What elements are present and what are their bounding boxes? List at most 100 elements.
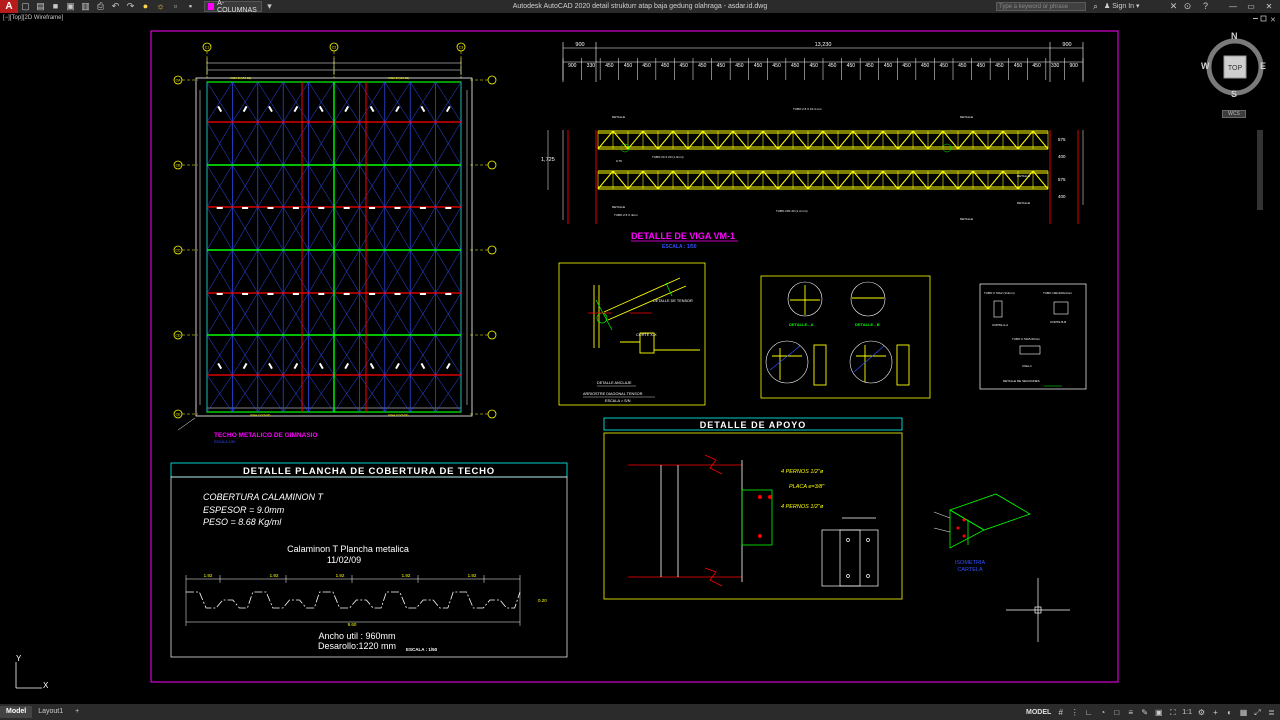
- maximize-button[interactable]: ▭: [1244, 0, 1258, 13]
- wcs-menu[interactable]: WCS: [1222, 110, 1246, 118]
- sign-in-button[interactable]: ♟ Sign In ▾: [1104, 0, 1140, 13]
- customize-icon[interactable]: ≣: [1267, 708, 1276, 717]
- beam-elevation: 900 13,230 900 900 330 450 450 450 450 450 450 4…: [541, 42, 1084, 250]
- search-input[interactable]: Type a keyword or phrase: [996, 2, 1086, 11]
- open-icon[interactable]: ▤: [35, 1, 46, 12]
- beam-dim-segment: 450: [1014, 63, 1023, 69]
- status-bar: Model Layout1 + MODEL # ⋮ ∟ ◔ □ ≡ ✎ ▣ ⛶ …: [0, 704, 1280, 720]
- tab-layout1[interactable]: Layout1: [32, 706, 69, 718]
- annotation-scale[interactable]: 1:1: [1182, 709, 1192, 716]
- beam-dim-segment: 450: [865, 63, 874, 69]
- svg-text:DETALLE: DETALLE: [960, 217, 973, 221]
- support-note-2: PLACA e=3/8": [789, 484, 825, 490]
- minimize-button[interactable]: —: [1226, 0, 1240, 13]
- beam-dim-segment: 450: [828, 63, 837, 69]
- lock-icon[interactable]: ▫: [170, 1, 181, 12]
- osnap-icon[interactable]: □: [1112, 708, 1121, 717]
- lightbulb-icon[interactable]: ●: [140, 1, 151, 12]
- save-as-icon[interactable]: ▣: [65, 1, 76, 12]
- beam-dim-segment: 450: [735, 63, 744, 69]
- beam-dim-segment: 450: [624, 63, 633, 69]
- beam-scale: ESCALA : 1/50: [662, 244, 697, 250]
- beam-dim-segment: 450: [884, 63, 893, 69]
- grid-label-ca: CA: [176, 79, 182, 83]
- undo-icon[interactable]: ↶: [110, 1, 121, 12]
- beam-dim-segment: 450: [958, 63, 967, 69]
- beam-dim-segment: 450: [680, 63, 689, 69]
- sun-icon[interactable]: ☼: [155, 1, 166, 12]
- autocad-logo-button[interactable]: A: [0, 0, 18, 13]
- cover-scale: ESCALA : 1/50: [406, 647, 438, 652]
- beam-dim-end-right: 900: [1062, 42, 1071, 48]
- iso-label-1: ISOMETRIA: [955, 560, 986, 566]
- compass-north[interactable]: N: [1231, 31, 1238, 41]
- layer-dropdown[interactable]: A-COLUMNAS: [204, 0, 262, 14]
- svg-text:DETALLE: DETALLE: [1017, 174, 1030, 178]
- redo-icon[interactable]: ↷: [125, 1, 136, 12]
- sec-tubo-a: TUBO C 50x2 (1/4mm): [984, 291, 1015, 295]
- svg-text:TUBO 2.5 X 10.4 mm: TUBO 2.5 X 10.4 mm: [793, 107, 822, 111]
- a360-icon[interactable]: ⊙: [1182, 1, 1193, 12]
- grid-icon[interactable]: #: [1056, 708, 1065, 717]
- web-mobile-icon[interactable]: ▥: [80, 1, 91, 12]
- beam-dim-segment: 450: [847, 63, 856, 69]
- tab-model[interactable]: Model: [0, 706, 33, 718]
- beam-dim-segment: 450: [642, 63, 651, 69]
- viewcube-face-top[interactable]: TOP: [1228, 65, 1243, 72]
- plus-icon[interactable]: +: [1211, 708, 1220, 717]
- grid-label-cc: CC: [175, 249, 181, 253]
- beam-dim-segment: 450: [940, 63, 949, 69]
- navigation-bar[interactable]: [1257, 130, 1263, 210]
- isometric-cartela: ISOMETRIA CARTELA: [933, 493, 1031, 573]
- beam-right-dim-2: 400: [1058, 154, 1066, 159]
- annotation-icon[interactable]: ✎: [1140, 708, 1149, 717]
- hardware-accel-icon[interactable]: ▦: [1239, 708, 1248, 717]
- drawing-window-controls[interactable]: ✕: [1253, 15, 1276, 24]
- cover-line-1: COBERTURA CALAMINON T: [203, 492, 325, 502]
- beam-dim-segment: 900: [1070, 63, 1079, 69]
- cover-total: 9.60: [348, 622, 357, 627]
- label-detalle-b: DETALLE - B: [855, 322, 880, 327]
- compass-south[interactable]: S: [1231, 89, 1237, 99]
- save-icon[interactable]: ■: [50, 1, 61, 12]
- svg-text:VIGA 2 (VM-01): VIGA 2 (VM-01): [388, 76, 409, 80]
- gear-icon[interactable]: ⚙: [1197, 708, 1206, 717]
- compass-east[interactable]: E: [1260, 61, 1266, 71]
- sec-corte-a: CORTE A-A: [992, 323, 1008, 327]
- model-space-toggle[interactable]: MODEL: [1026, 709, 1051, 716]
- fullscreen-icon[interactable]: ⤢: [1253, 708, 1262, 717]
- print-icon[interactable]: ⎙: [95, 1, 106, 12]
- svg-text:0.75: 0.75: [616, 159, 622, 163]
- snap-icon[interactable]: ⋮: [1070, 708, 1079, 717]
- cover-product: Calaminon T Plancha metalica: [287, 544, 409, 554]
- sec-tubo-c: TUBO C 50x5.00mm: [1012, 337, 1040, 341]
- ucs-y-label: Y: [16, 654, 22, 663]
- lineweight-icon[interactable]: ≡: [1126, 708, 1135, 717]
- isolate-icon[interactable]: ◐: [1225, 708, 1234, 717]
- search-icon[interactable]: ⌕: [1090, 1, 1101, 12]
- layer-icon[interactable]: ▪: [185, 1, 196, 12]
- help-icon[interactable]: ?: [1200, 1, 1211, 12]
- crosshair-cursor: [1006, 578, 1070, 642]
- polar-icon[interactable]: ◔: [1098, 708, 1107, 717]
- selection-cycle-icon[interactable]: ▣: [1154, 708, 1163, 717]
- ucs-x-label: X: [43, 681, 49, 690]
- cover-ancho-util: Ancho util : 960mm: [318, 631, 395, 641]
- ortho-icon[interactable]: ∟: [1084, 708, 1093, 717]
- new-icon[interactable]: ▢: [20, 1, 31, 12]
- viewcube[interactable]: TOP N S E W: [1201, 31, 1266, 99]
- add-layout-button[interactable]: +: [69, 706, 85, 718]
- cover-title: DETALLE PLANCHA DE COBERTURA DE TECHO: [243, 466, 495, 477]
- compass-west[interactable]: W: [1201, 61, 1210, 71]
- beam-dim-segment: 450: [810, 63, 819, 69]
- beam-dim-segment: 450: [1032, 63, 1041, 69]
- viewport-scale-icon[interactable]: ⛶: [1168, 708, 1177, 717]
- beam-dim-segment: 450: [995, 63, 1004, 69]
- chevron-down-icon[interactable]: ▾: [264, 1, 275, 12]
- cover-detail: DETALLE PLANCHA DE COBERTURA DE TECHO CO…: [170, 462, 568, 658]
- close-button[interactable]: ✕: [1262, 0, 1276, 13]
- drawing-canvas[interactable]: ✕ C1 C2 C3 CA CB CC CD CE VIGA 2 (VM-01)…: [0, 13, 1280, 704]
- label-arriostre: ARRIOSTRE DIAGONAL TENSOR: [583, 392, 643, 396]
- svg-text:TUBO 20 X 20 (1.4mm): TUBO 20 X 20 (1.4mm): [652, 155, 684, 159]
- exchange-icon[interactable]: ✕: [1168, 1, 1179, 12]
